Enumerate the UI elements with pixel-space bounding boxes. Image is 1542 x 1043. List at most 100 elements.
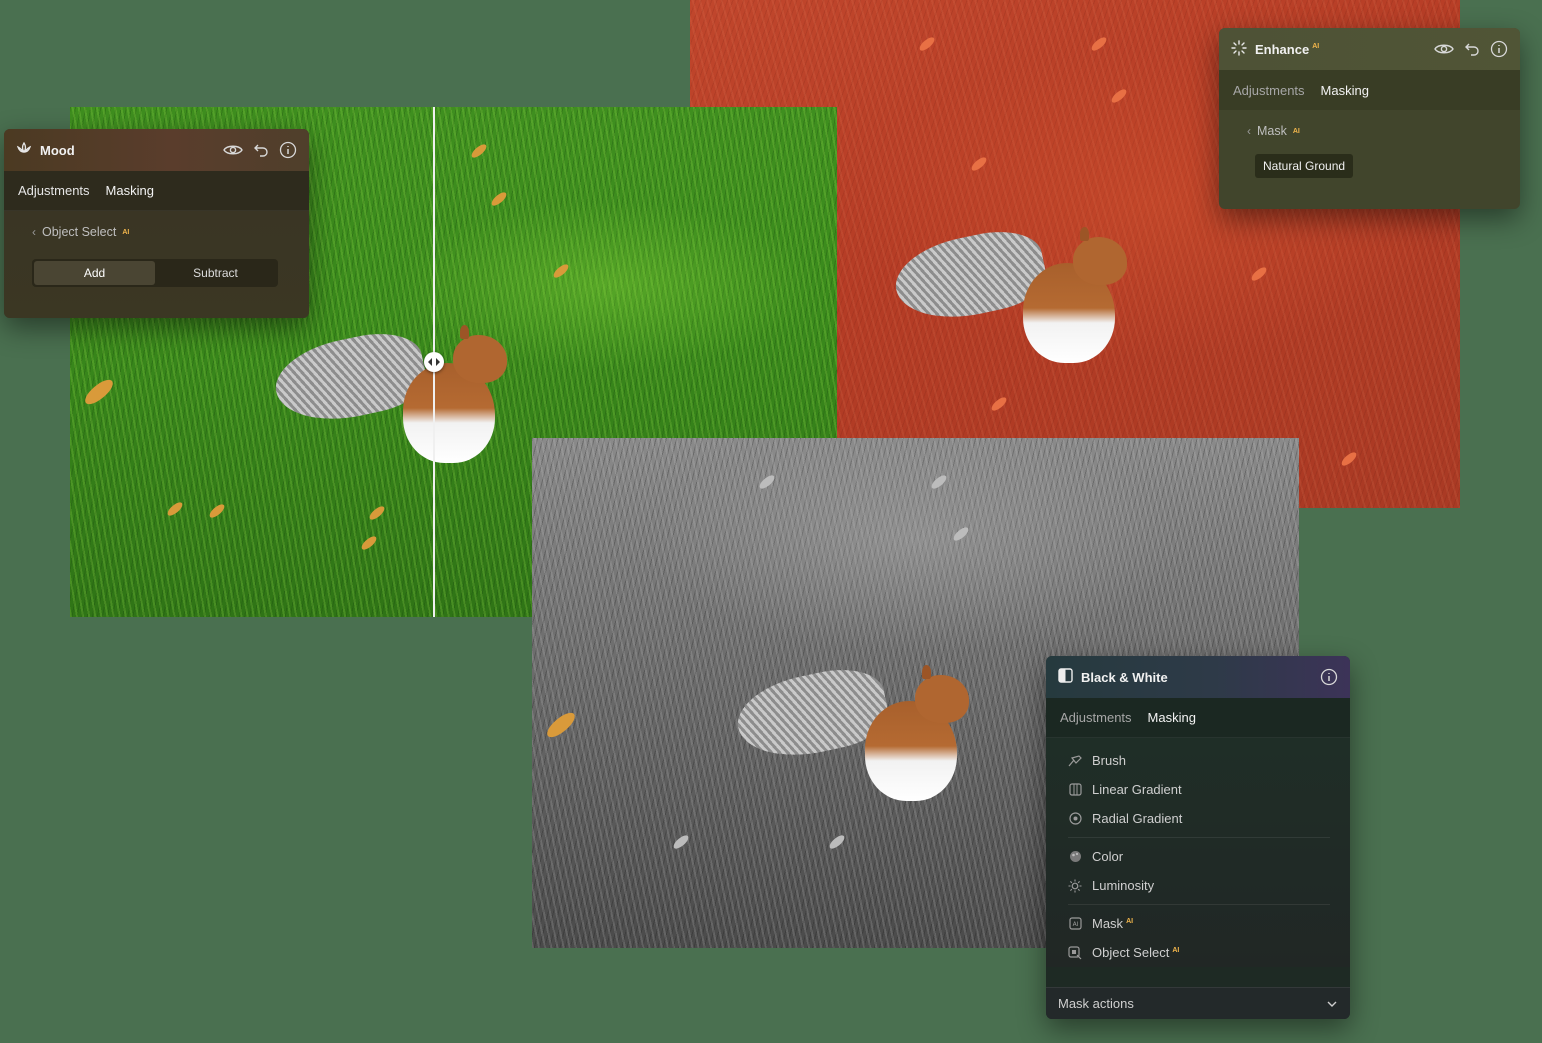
mask-tool-list: Brush Linear Gradient Radial Gradient Co… xyxy=(1046,738,1350,967)
divider xyxy=(1068,837,1330,838)
color-icon xyxy=(1068,850,1082,864)
squirrel xyxy=(730,660,977,803)
eye-icon[interactable] xyxy=(1434,42,1454,56)
eye-icon[interactable] xyxy=(223,143,243,157)
mask-tool-label-text: Object Select xyxy=(1092,945,1170,960)
mood-tabs: Adjustments Masking xyxy=(4,171,309,211)
leaf xyxy=(989,395,1009,413)
luminosity-icon xyxy=(1068,879,1082,893)
back-label: Mask xyxy=(1257,124,1287,138)
mood-panel: Mood Adjustments Masking ‹ Object Select… xyxy=(4,129,309,318)
arrows-horizontal-icon xyxy=(428,358,440,366)
leaf xyxy=(1089,35,1109,53)
leaf xyxy=(469,142,489,160)
tab-masking[interactable]: Masking xyxy=(106,183,154,198)
enhance-tabs: Adjustments Masking xyxy=(1219,70,1520,110)
enhance-title: Enhance AI xyxy=(1255,42,1434,57)
bw-panel-header: Black & White xyxy=(1046,656,1350,698)
tab-adjustments[interactable]: Adjustments xyxy=(18,183,90,198)
mask-tool-label: Brush xyxy=(1092,753,1126,768)
brush-icon xyxy=(1068,754,1082,768)
tab-adjustments[interactable]: Adjustments xyxy=(1233,83,1305,98)
chevron-left-icon: ‹ xyxy=(32,225,36,239)
mask-tool-label: Object Select AI xyxy=(1092,945,1179,960)
back-label: Object Select xyxy=(42,225,117,239)
mask-actions-label: Mask actions xyxy=(1058,996,1134,1011)
leaf xyxy=(1339,450,1359,468)
undo-icon[interactable] xyxy=(253,142,269,158)
compare-split-handle[interactable] xyxy=(424,352,444,372)
ai-badge: AI xyxy=(1312,43,1320,51)
leaf xyxy=(917,35,937,53)
black-white-panel: Black & White Adjustments Masking Brush … xyxy=(1046,656,1350,1019)
leaf xyxy=(359,534,379,552)
bw-title: Black & White xyxy=(1081,669,1168,685)
squirrel xyxy=(268,324,515,465)
ai-badge: AI xyxy=(1126,917,1134,925)
info-icon[interactable] xyxy=(1320,668,1338,686)
back-object-select[interactable]: ‹ Object Select AI xyxy=(32,225,281,239)
mood-icon xyxy=(16,141,32,160)
ai-badge: AI xyxy=(122,228,130,236)
enhance-panel-header: Enhance AI xyxy=(1219,28,1520,70)
leaf xyxy=(929,473,949,491)
mask-tool-luminosity[interactable]: Luminosity xyxy=(1068,871,1330,900)
ai-badge: AI xyxy=(1292,127,1300,135)
mask-tool-label: Luminosity xyxy=(1092,878,1155,893)
leaf xyxy=(757,473,777,491)
back-mask[interactable]: ‹ Mask AI xyxy=(1247,124,1492,138)
mask-tool-linear-gradient[interactable]: Linear Gradient xyxy=(1068,775,1330,804)
linear-gradient-icon xyxy=(1068,783,1082,797)
info-icon[interactable] xyxy=(279,141,297,159)
leaf xyxy=(543,709,579,741)
add-button[interactable]: Add xyxy=(34,261,155,285)
leaf xyxy=(489,190,509,208)
mask-tool-ai-mask[interactable]: AI Mask AI xyxy=(1068,909,1330,938)
leaf xyxy=(367,504,387,522)
svg-text:AI: AI xyxy=(1072,921,1078,928)
tab-masking[interactable]: Masking xyxy=(1148,710,1196,725)
leaf xyxy=(951,525,971,543)
leaf xyxy=(165,500,185,518)
ai-mask-icon: AI xyxy=(1068,917,1082,931)
object-select-icon xyxy=(1068,945,1082,960)
mask-tool-object-select[interactable]: Object Select AI xyxy=(1068,938,1330,967)
mask-tool-radial-gradient[interactable]: Radial Gradient xyxy=(1068,804,1330,833)
add-subtract-toggle: Add Subtract xyxy=(32,259,278,287)
mask-tool-label: Radial Gradient xyxy=(1092,811,1183,826)
chevron-down-icon[interactable] xyxy=(1326,996,1338,1011)
mask-tool-brush[interactable]: Brush xyxy=(1068,746,1330,775)
mask-tool-label: Mask AI xyxy=(1092,916,1133,931)
mood-title: Mood xyxy=(40,142,75,158)
tab-masking[interactable]: Masking xyxy=(1321,83,1369,98)
mask-tool-label: Color xyxy=(1092,849,1124,864)
enhance-panel: Enhance AI Adjustments Masking ‹ Mask AI N… xyxy=(1219,28,1520,209)
radial-gradient-icon xyxy=(1068,812,1082,826)
leaf xyxy=(1109,87,1129,105)
info-icon[interactable] xyxy=(1490,40,1508,58)
leaf xyxy=(81,376,117,408)
enhance-title-text: Enhance xyxy=(1255,41,1310,57)
ai-badge: AI xyxy=(1172,946,1180,954)
leaf xyxy=(1249,265,1269,283)
sparkle-icon xyxy=(1231,39,1247,59)
bw-tabs: Adjustments Masking xyxy=(1046,698,1350,738)
tab-adjustments[interactable]: Adjustments xyxy=(1060,710,1132,725)
leaf xyxy=(207,502,227,520)
leaf xyxy=(671,833,691,851)
natural-ground-chip[interactable]: Natural Ground xyxy=(1255,154,1354,178)
mask-actions-bar[interactable]: Mask actions xyxy=(1046,987,1350,1019)
subtract-button[interactable]: Subtract xyxy=(155,261,276,285)
leaf xyxy=(827,833,847,851)
leaf xyxy=(551,262,571,280)
mask-tool-label: Linear Gradient xyxy=(1092,782,1182,797)
half-square-icon xyxy=(1058,668,1073,686)
squirrel xyxy=(888,222,1135,365)
mask-tool-color[interactable]: Color xyxy=(1068,842,1330,871)
leaf xyxy=(969,155,989,173)
undo-icon[interactable] xyxy=(1464,41,1480,57)
mood-panel-header: Mood xyxy=(4,129,309,171)
chevron-left-icon: ‹ xyxy=(1247,124,1251,138)
mask-tool-label-text: Mask xyxy=(1092,916,1124,931)
divider xyxy=(1068,904,1330,905)
